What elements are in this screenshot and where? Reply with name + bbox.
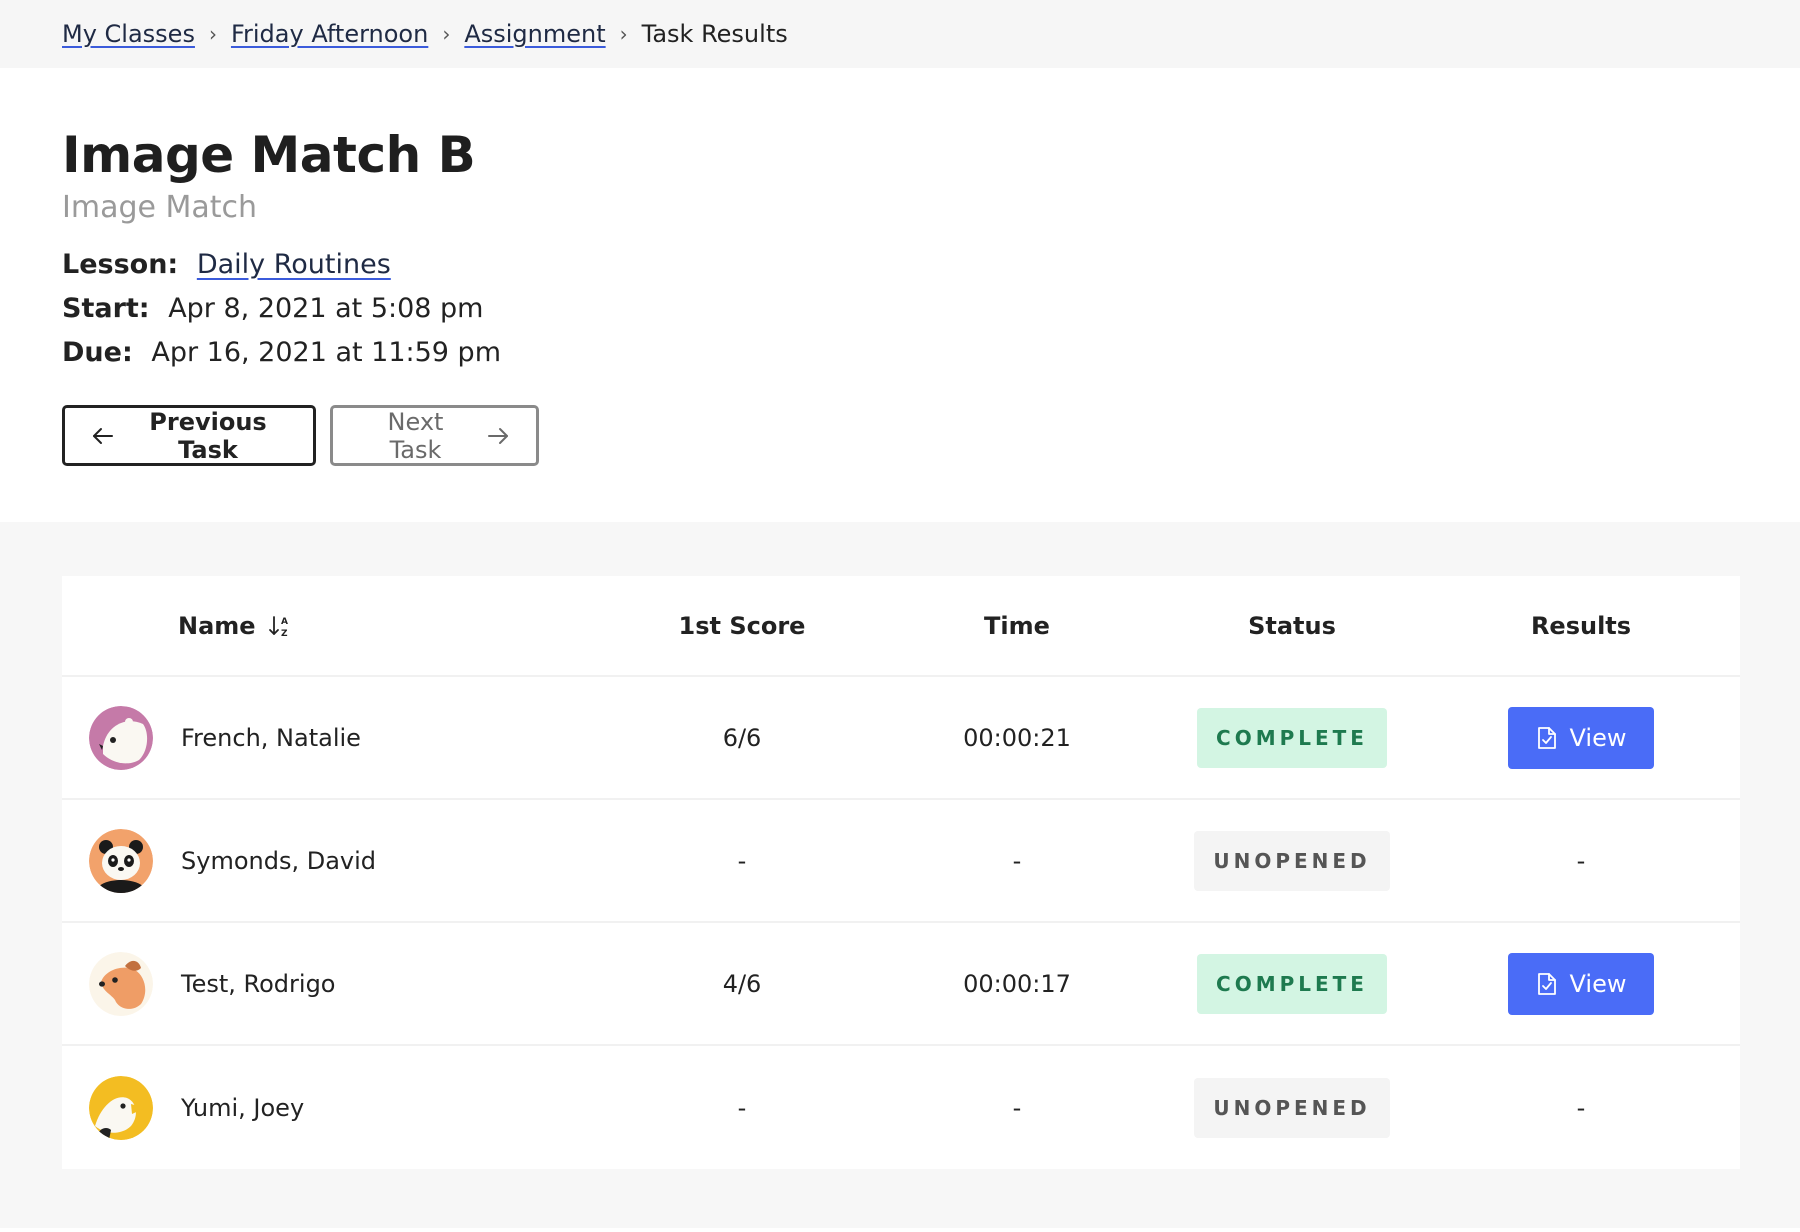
breadcrumb-separator: › [442, 22, 451, 46]
view-label: View [1569, 969, 1627, 998]
arrow-right-icon [488, 427, 508, 444]
breadcrumb-current: Task Results [641, 20, 788, 48]
table-row: French, Natalie 6/6 00:00:21 COMPLETE Vi… [62, 677, 1740, 800]
svg-text:Z: Z [281, 629, 288, 639]
svg-text:A: A [281, 617, 288, 627]
start-value: Apr 8, 2021 at 5:08 pm [168, 293, 484, 324]
table-row: Test, Rodrigo 4/6 00:00:17 COMPLETE View [62, 923, 1740, 1046]
student-name-cell: Yumi, Joey [62, 1075, 612, 1140]
column-header-status: Status [1248, 611, 1336, 640]
status-cell: COMPLETE [1162, 953, 1422, 1014]
time-cell: 00:00:21 [963, 723, 1071, 752]
student-name-cell: Test, Rodrigo [62, 951, 612, 1016]
status-cell: UNOPENED [1162, 1077, 1422, 1138]
arrow-left-icon [93, 427, 113, 444]
column-header-score: 1st Score [678, 611, 806, 640]
time-cell: - [1012, 1093, 1022, 1122]
score-cell: 4/6 [722, 969, 762, 998]
breadcrumb-separator: › [619, 22, 628, 46]
table-header: Name A Z 1st Score Time Status Results [62, 576, 1740, 677]
start-label: Start: [62, 293, 150, 324]
view-results-button[interactable]: View [1508, 706, 1654, 769]
previous-task-button[interactable]: Previous Task [62, 405, 316, 466]
column-header-name-label: Name [178, 611, 256, 640]
status-cell: COMPLETE [1162, 707, 1422, 768]
score-cell: - [737, 1093, 747, 1122]
previous-task-label: Previous Task [149, 407, 267, 464]
polar-bear-avatar [89, 705, 153, 770]
document-check-icon [1537, 726, 1556, 749]
breadcrumb-link-assignment[interactable]: Assignment [464, 20, 605, 48]
column-header-name[interactable]: Name A Z [62, 612, 612, 640]
column-header-time: Time [984, 611, 1050, 640]
results-cell: View [1422, 952, 1740, 1015]
student-name-cell: French, Natalie [62, 705, 612, 770]
time-cell: 00:00:17 [963, 969, 1071, 998]
column-header-results: Results [1530, 611, 1632, 640]
next-task-label: Next Task [387, 407, 444, 464]
status-badge: COMPLETE [1197, 707, 1387, 768]
next-task-button[interactable]: Next Task [330, 405, 539, 466]
student-name[interactable]: Yumi, Joey [181, 1094, 304, 1122]
dog-avatar [89, 951, 153, 1016]
results-section: Name A Z 1st Score Time Status Results F… [0, 522, 1800, 1228]
status-cell: UNOPENED [1162, 830, 1422, 891]
results-table: Name A Z 1st Score Time Status Results F… [62, 576, 1740, 1169]
start-row: Start: Apr 8, 2021 at 5:08 pm [62, 287, 1738, 331]
task-navigation: Previous Task Next Task [62, 405, 1738, 466]
due-label: Due: [62, 337, 133, 368]
student-name-cell: Symonds, David [62, 828, 612, 893]
lesson-link[interactable]: Daily Routines [197, 249, 391, 280]
status-badge: COMPLETE [1197, 953, 1387, 1014]
student-name[interactable]: French, Natalie [181, 724, 361, 752]
page-title: Image Match B [62, 126, 476, 184]
results-cell: View [1422, 706, 1740, 769]
task-type: Image Match [62, 190, 258, 225]
breadcrumb-link-friday-afternoon[interactable]: Friday Afternoon [231, 20, 428, 48]
score-cell: 6/6 [722, 723, 762, 752]
results-cell: - [1576, 846, 1586, 875]
task-header: Image Match B Image Match Lesson: Daily … [0, 68, 1800, 522]
status-badge: UNOPENED [1194, 1077, 1390, 1138]
student-name[interactable]: Symonds, David [181, 847, 376, 875]
breadcrumb-separator: › [208, 22, 217, 46]
table-row: Symonds, David - - UNOPENED - [62, 800, 1740, 923]
score-cell: - [737, 846, 747, 875]
table-row: Yumi, Joey - - UNOPENED - [62, 1046, 1740, 1169]
panda-avatar [89, 828, 153, 893]
time-cell: - [1012, 846, 1022, 875]
lesson-row: Lesson: Daily Routines [62, 243, 1738, 287]
results-cell: - [1576, 1093, 1586, 1122]
document-check-icon [1537, 972, 1556, 995]
due-value: Apr 16, 2021 at 11:59 pm [151, 337, 501, 368]
task-meta: Lesson: Daily Routines Start: Apr 8, 202… [62, 243, 1738, 375]
breadcrumb: My Classes › Friday Afternoon › Assignme… [0, 0, 1800, 68]
breadcrumb-link-my-classes[interactable]: My Classes [62, 20, 195, 48]
sort-icon[interactable]: A Z [268, 613, 294, 639]
view-results-button[interactable]: View [1508, 952, 1654, 1015]
lesson-label: Lesson: [62, 249, 179, 280]
status-badge: UNOPENED [1194, 830, 1390, 891]
bird-avatar [89, 1075, 153, 1140]
view-label: View [1569, 723, 1627, 752]
student-name[interactable]: Test, Rodrigo [181, 970, 336, 998]
due-row: Due: Apr 16, 2021 at 11:59 pm [62, 331, 1738, 375]
